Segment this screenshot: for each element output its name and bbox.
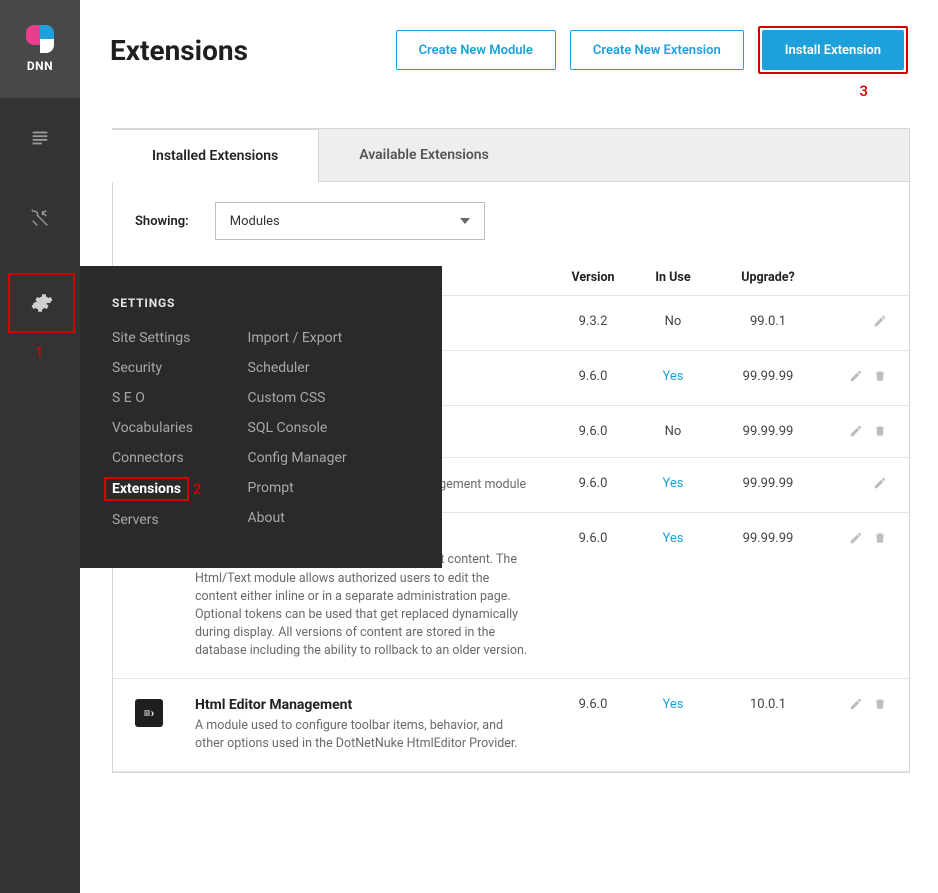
delete-icon[interactable] xyxy=(873,697,887,711)
flyout-title: SETTINGS xyxy=(112,296,410,310)
settings-flyout: SETTINGS Site Settings Security S E O Vocab… xyxy=(80,266,442,568)
cell-in-use[interactable]: Yes xyxy=(633,476,713,491)
flyout-item[interactable]: Site Settings xyxy=(112,330,202,346)
flyout-item[interactable]: Scheduler xyxy=(248,360,347,376)
cell-in-use: No xyxy=(633,314,713,329)
flyout-item[interactable]: Security xyxy=(112,360,202,376)
edit-icon[interactable] xyxy=(849,369,863,383)
tab-available[interactable]: Available Extensions xyxy=(319,129,529,181)
module-icon: ≡› xyxy=(135,699,163,727)
module-desc: A module used to configure toolbar items… xyxy=(195,717,533,753)
cell-upgrade: 99.99.99 xyxy=(713,531,823,546)
module-title: Html Editor Management xyxy=(195,697,533,713)
flyout-item[interactable]: Connectors xyxy=(112,450,202,466)
cell-upgrade: 99.0.1 xyxy=(713,314,823,329)
brand-logo[interactable]: DNN xyxy=(0,0,80,98)
install-extension-button[interactable]: Install Extension xyxy=(762,30,904,70)
cell-version: 9.6.0 xyxy=(553,424,633,439)
create-new-module-button[interactable]: Create New Module xyxy=(396,30,556,70)
delete-icon[interactable] xyxy=(873,531,887,545)
cell-in-use[interactable]: Yes xyxy=(633,697,713,712)
cell-upgrade: 99.99.99 xyxy=(713,424,823,439)
tabs: Installed Extensions Available Extension… xyxy=(113,129,909,182)
flyout-item[interactable]: S E O xyxy=(112,390,202,406)
flyout-item[interactable]: Import / Export xyxy=(248,330,347,346)
col-version: Version xyxy=(553,270,633,285)
filter-label: Showing: xyxy=(135,214,189,229)
flyout-item[interactable]: Custom CSS xyxy=(248,390,347,406)
tab-installed[interactable]: Installed Extensions xyxy=(112,129,319,182)
edit-icon[interactable] xyxy=(849,697,863,711)
header-buttons: Create New Module Create New Extension I… xyxy=(396,26,908,74)
header: Extensions Create New Module Create New … xyxy=(80,0,938,100)
col-upgrade: Upgrade? xyxy=(713,270,823,285)
edit-icon[interactable] xyxy=(873,476,887,490)
table-row: ≡› Html Editor Management A module used to… xyxy=(113,679,909,772)
edit-icon[interactable] xyxy=(849,424,863,438)
flyout-item[interactable]: About xyxy=(248,510,347,526)
callout-1: 1 xyxy=(35,343,44,361)
cell-upgrade: 10.0.1 xyxy=(713,697,823,712)
flyout-item[interactable]: Prompt xyxy=(248,480,347,496)
cell-in-use: No xyxy=(633,424,713,439)
page-title: Extensions xyxy=(110,34,248,67)
flyout-item-extensions[interactable]: Extensions xyxy=(104,477,189,501)
delete-icon[interactable] xyxy=(873,369,887,383)
flyout-item[interactable]: Servers xyxy=(112,512,202,528)
tools-icon[interactable] xyxy=(0,178,80,258)
create-new-extension-button[interactable]: Create New Extension xyxy=(570,30,744,70)
cell-upgrade: 99.99.99 xyxy=(713,476,823,491)
filter-row: Showing: Modules xyxy=(113,182,909,260)
cell-upgrade: 99.99.99 xyxy=(713,369,823,384)
flyout-item[interactable]: Config Manager xyxy=(248,450,347,466)
cell-version: 9.3.2 xyxy=(553,314,633,329)
flyout-item[interactable]: SQL Console xyxy=(248,420,347,436)
brand-logo-mark xyxy=(26,25,54,53)
col-in-use: In Use xyxy=(633,270,713,285)
settings-icon[interactable] xyxy=(8,273,75,333)
delete-icon[interactable] xyxy=(873,424,887,438)
cell-in-use[interactable]: Yes xyxy=(633,369,713,384)
edit-icon[interactable] xyxy=(849,531,863,545)
filter-select[interactable]: Modules xyxy=(215,202,485,240)
callout-3: 3 xyxy=(859,82,868,100)
filter-select-value: Modules xyxy=(230,214,280,229)
cell-in-use[interactable]: Yes xyxy=(633,531,713,546)
cell-version: 9.6.0 xyxy=(553,476,633,491)
cell-version: 9.6.0 xyxy=(553,531,633,546)
flyout-item[interactable]: Vocabularies xyxy=(112,420,202,436)
callout-2: 2 xyxy=(193,480,202,498)
cell-version: 9.6.0 xyxy=(553,697,633,712)
content-icon[interactable] xyxy=(0,98,80,178)
edit-icon[interactable] xyxy=(873,314,887,328)
brand-logo-text: DNN xyxy=(27,59,53,73)
sidebar: DNN 1 xyxy=(0,0,80,893)
chevron-down-icon xyxy=(460,218,470,224)
install-extension-highlight: Install Extension xyxy=(758,26,908,74)
cell-version: 9.6.0 xyxy=(553,369,633,384)
